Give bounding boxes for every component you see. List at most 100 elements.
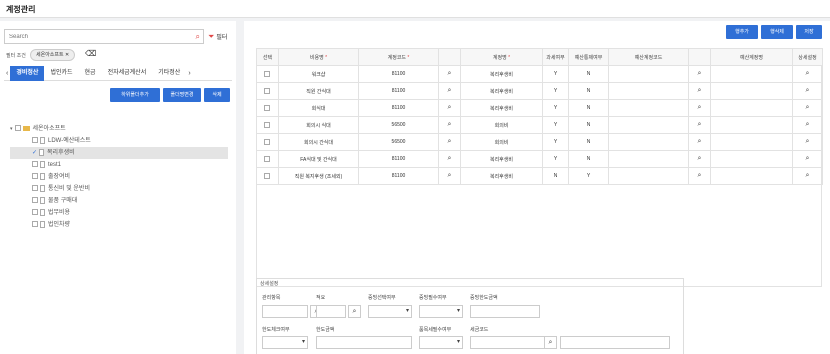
table-row[interactable]: 직원 간식대 81100 ⌕ 복리후생비 Y N ⌕ ⌕ [256,82,823,100]
table-cell[interactable] [608,133,689,151]
row-checkbox[interactable] [263,172,270,179]
table-cell[interactable]: Y [568,167,609,185]
search-input[interactable] [5,30,185,43]
tree-item[interactable]: 법무비용 [10,207,228,219]
table-cell[interactable] [608,167,689,185]
row-checkbox-cell[interactable] [256,167,279,185]
search-cell[interactable]: ⌕ [688,167,711,185]
row-checkbox[interactable] [263,87,270,94]
table-cell[interactable]: 81100 [358,167,439,185]
search-cell[interactable]: ⌕ [438,65,461,83]
summary-field[interactable] [316,305,346,318]
search-cell[interactable]: ⌕ [438,167,461,185]
search-cell[interactable]: ⌕ [688,150,711,168]
search-cell[interactable]: ⌕ [792,82,823,100]
table-row[interactable]: 회식대 81100 ⌕ 복리후생비 Y N ⌕ ⌕ [256,99,823,117]
table-cell[interactable]: Y [542,133,569,151]
evidence-select-dropdown[interactable] [368,305,412,318]
table-cell[interactable] [710,116,793,134]
table-cell[interactable]: 81100 [358,65,439,83]
delete-row-button[interactable]: 행삭제 [761,25,793,39]
table-cell[interactable]: N [542,167,569,185]
search-icon[interactable]: ⌕ [806,155,810,162]
checkbox[interactable] [32,209,38,216]
rename-folder-button[interactable]: 폴더명변경 [163,88,201,102]
search-cell[interactable]: ⌕ [792,99,823,117]
tax-code-name-field[interactable] [560,336,670,349]
table-cell[interactable]: FA식대 및 간식대 [278,150,359,168]
table-cell[interactable] [608,150,689,168]
table-cell[interactable]: Y [542,116,569,134]
row-checkbox[interactable] [263,155,270,162]
row-checkbox-cell[interactable] [256,116,279,134]
table-cell[interactable] [608,82,689,100]
tab-e-tax-invoice[interactable]: 전자세금계산서 [102,66,153,81]
checkbox[interactable] [32,185,38,192]
table-cell[interactable] [710,150,793,168]
search-icon[interactable]: ⌕ [806,138,810,145]
tree-item[interactable]: 통신비 및 운반비 [10,183,228,195]
search-icon[interactable]: ⌕ [806,87,810,94]
search-icon[interactable]: ⌕ [698,121,702,128]
limit-check-dropdown[interactable] [262,336,308,349]
save-button[interactable]: 저장 [796,25,822,39]
table-cell[interactable] [710,167,793,185]
add-subfolder-button[interactable]: 하위폴더추가 [110,88,160,102]
table-cell[interactable]: 복리후생비 [460,82,543,100]
search-icon[interactable]: ⌕ [448,104,452,111]
table-row[interactable]: 회의시 간식대 56500 ⌕ 회의비 Y N ⌕ ⌕ [256,133,823,151]
tree-item[interactable]: LDW-예산테스트 [10,135,228,147]
table-cell[interactable]: N [568,150,609,168]
table-cell[interactable]: 직원 간식대 [278,82,359,100]
search-cell[interactable]: ⌕ [688,82,711,100]
evidence-required-dropdown[interactable] [419,305,463,318]
table-cell[interactable]: N [568,133,609,151]
checkbox[interactable] [14,125,21,132]
tree-item[interactable]: 물품 구매대 [10,195,228,207]
search-icon[interactable]: ⌕ [698,172,702,179]
delete-folder-button[interactable]: 삭제 [204,88,230,102]
check-icon[interactable]: ✓ [32,150,37,156]
search-icon[interactable]: ⌕ [806,70,810,77]
search-icon[interactable]: ⌕ [544,336,557,349]
search-cell[interactable]: ⌕ [792,116,823,134]
table-cell[interactable]: 81100 [358,150,439,168]
project-required-dropdown[interactable] [419,336,463,349]
row-checkbox[interactable] [263,138,270,145]
tab-corporate-card[interactable]: 법인카드 [44,66,78,81]
evidence-limit-field[interactable] [470,305,540,318]
tree-item[interactable]: test1 [10,159,228,171]
search-icon[interactable]: ⌕ [448,172,452,179]
search-icon[interactable]: ⌕ [806,121,810,128]
search-cell[interactable]: ⌕ [438,99,461,117]
table-cell[interactable] [608,99,689,117]
table-row[interactable]: 직원 복지후생 (조세외) 81100 ⌕ 복리후생비 N Y ⌕ ⌕ [256,167,823,185]
filter-button[interactable]: ⏷ 필터 [208,29,227,44]
tab-expense[interactable]: 경비정산 [10,65,45,81]
search-cell[interactable]: ⌕ [438,150,461,168]
search-icon[interactable]: ⌕ [448,121,452,128]
table-cell[interactable]: Y [542,65,569,83]
table-row[interactable]: FA식대 및 간식대 81100 ⌕ 복리후생비 Y N ⌕ ⌕ [256,150,823,168]
table-cell[interactable]: 회의비 [460,116,543,134]
search-icon[interactable]: ⌕ [698,138,702,145]
search-icon[interactable]: ⌕ [698,104,702,111]
table-cell[interactable]: 56500 [358,116,439,134]
search-cell[interactable]: ⌕ [792,133,823,151]
search-cell[interactable]: ⌕ [792,150,823,168]
row-checkbox-cell[interactable] [256,65,279,83]
table-cell[interactable]: 복리후생비 [460,167,543,185]
search-cell[interactable]: ⌕ [792,65,823,83]
search-cell[interactable]: ⌕ [688,65,711,83]
table-cell[interactable] [710,65,793,83]
mgmt-item-field[interactable] [262,305,308,318]
table-cell[interactable]: 회의비 [460,133,543,151]
row-checkbox[interactable] [263,121,270,128]
search-cell[interactable]: ⌕ [438,82,461,100]
table-cell[interactable] [608,65,689,83]
search-cell[interactable]: ⌕ [438,133,461,151]
table-row[interactable]: 회의시 식대 56500 ⌕ 회의비 Y N ⌕ ⌕ [256,116,823,134]
table-cell[interactable]: 복리후생비 [460,65,543,83]
table-row[interactable]: 워크샵 81100 ⌕ 복리후생비 Y N ⌕ ⌕ [256,65,823,83]
table-cell[interactable]: Y [542,150,569,168]
